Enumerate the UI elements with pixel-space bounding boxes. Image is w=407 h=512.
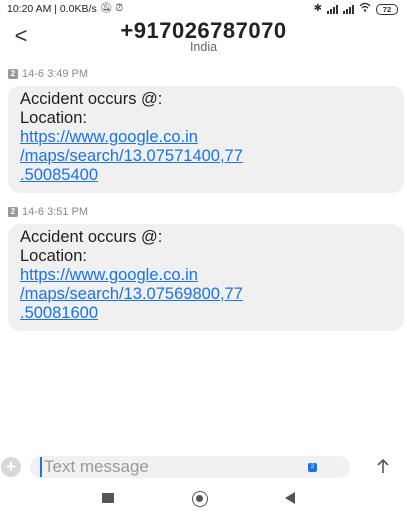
status-time: 10:20 AM | 0.0KB/s — [7, 3, 97, 15]
sim-select-button[interactable]: 2 — [308, 463, 317, 472]
home-button[interactable] — [192, 491, 208, 507]
send-button[interactable] — [372, 453, 394, 479]
message-timestamp: 14-6 3:49 PM — [22, 68, 89, 80]
map-link[interactable]: /maps/search/13.07571400,77 — [20, 147, 392, 166]
message-text: Location: — [20, 247, 87, 265]
message-composer: + Text message 2 — [0, 449, 407, 485]
send-arrow-icon — [377, 458, 389, 473]
status-bar: 10:20 AM | 0.0KB/s 🔕︎ ⏰︎ ✱ 72 — [0, 0, 407, 20]
recents-button[interactable] — [102, 493, 114, 503]
status-left: 10:20 AM | 0.0KB/s 🔕︎ ⏰︎ — [7, 3, 123, 15]
message-meta: 2 14-6 3:49 PM — [8, 68, 88, 80]
sim-badge: 2 — [8, 207, 18, 217]
alarm-icon: ⏰︎ — [115, 3, 124, 14]
message-bubble[interactable]: Accident occurs @: Location: https://www… — [8, 224, 404, 331]
signal-icon — [327, 4, 338, 14]
message-text: Accident occurs @: — [20, 90, 163, 108]
map-link[interactable]: /maps/search/13.07569800,77 — [20, 285, 392, 304]
sim-badge: 2 — [8, 69, 18, 79]
map-link[interactable]: .50081600 — [20, 304, 392, 323]
signal-icon — [343, 4, 354, 14]
add-attachment-button[interactable]: + — [1, 457, 21, 477]
status-right: ✱ 72 — [314, 2, 398, 16]
map-link[interactable]: https://www.google.co.in — [20, 128, 392, 147]
message-placeholder: Text message — [44, 457, 149, 476]
message-bubble[interactable]: Accident occurs @: Location: https://www… — [8, 86, 404, 193]
map-link[interactable]: https://www.google.co.in — [20, 266, 392, 285]
battery-icon: 72 — [376, 3, 398, 15]
mute-icon: 🔕︎ — [99, 3, 113, 14]
nav-back-button[interactable] — [285, 492, 295, 504]
message-text: Location: — [20, 109, 87, 127]
map-link[interactable]: .50085400 — [20, 166, 392, 185]
conversation-header: < +917026787070 India — [0, 18, 407, 60]
bluetooth-icon: ✱ — [313, 3, 322, 14]
message-meta: 2 14-6 3:51 PM — [8, 206, 88, 218]
text-cursor — [40, 457, 42, 477]
contact-country: India — [189, 40, 218, 54]
message-timestamp: 14-6 3:51 PM — [22, 206, 89, 218]
wifi-icon — [359, 2, 371, 16]
message-text: Accident occurs @: — [20, 228, 163, 246]
navigation-bar — [0, 487, 407, 512]
messaging-screen: 10:20 AM | 0.0KB/s 🔕︎ ⏰︎ ✱ 72 < +9170267… — [0, 0, 407, 512]
